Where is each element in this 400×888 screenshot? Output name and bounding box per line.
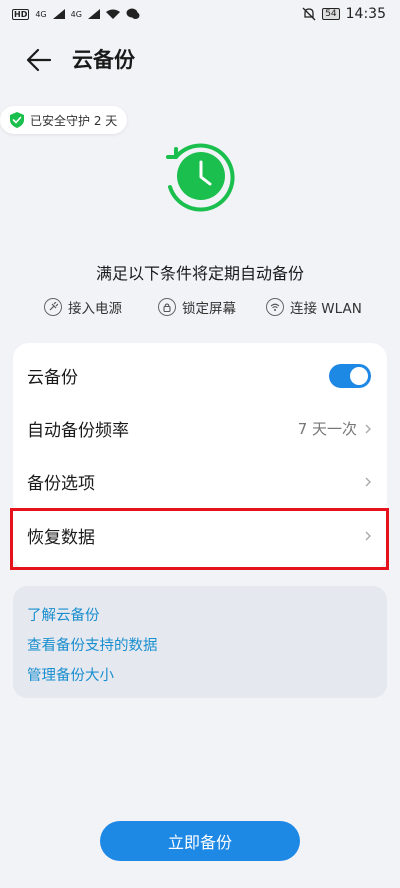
backup-options-row[interactable]: 备份选项 bbox=[13, 455, 387, 508]
signal-indicator-2: 4G bbox=[70, 9, 82, 19]
power-plug-icon bbox=[44, 298, 62, 316]
cell-signal-icon bbox=[52, 9, 65, 19]
status-bar: HD 4G 4G 54 14:35 bbox=[0, 0, 400, 28]
backup-clock-icon bbox=[166, 143, 235, 212]
battery-icon: 54 bbox=[322, 8, 340, 20]
backup-frequency-value: 7 天一次 bbox=[297, 420, 357, 438]
condition-lock: 锁定屏幕 bbox=[158, 297, 236, 317]
backup-frequency-row[interactable]: 自动备份频率 7 天一次 bbox=[13, 402, 387, 455]
clock-time: 14:35 bbox=[345, 6, 386, 22]
chat-bubble-icon bbox=[126, 8, 140, 19]
status-right: 54 14:35 bbox=[302, 6, 386, 22]
condition-wlan: 连接 WLAN bbox=[266, 297, 362, 317]
backup-now-button[interactable]: 立即备份 bbox=[100, 821, 300, 861]
condition-list: 接入电源 锁定屏幕 连接 WLAN bbox=[0, 297, 400, 319]
condition-power: 接入电源 bbox=[44, 297, 122, 317]
wifi-status-icon bbox=[105, 9, 120, 19]
chevron-right-icon bbox=[365, 477, 371, 486]
status-left: HD 4G 4G bbox=[12, 8, 140, 20]
back-arrow-icon[interactable] bbox=[24, 46, 54, 74]
mute-bell-icon bbox=[302, 7, 316, 21]
cell-signal-icon-2 bbox=[87, 9, 100, 19]
info-links-card: 了解云备份 查看备份支持的数据 管理备份大小 bbox=[13, 586, 387, 698]
learn-cloud-backup-link[interactable]: 了解云备份 bbox=[27, 604, 100, 625]
wifi-icon bbox=[266, 298, 284, 316]
protection-days-text: 已安全守护 2 天 bbox=[30, 113, 118, 128]
hd-badge: HD bbox=[12, 8, 30, 20]
lock-icon bbox=[158, 298, 176, 316]
signal-indicator: 4G bbox=[35, 9, 47, 19]
app-header: 云备份 bbox=[0, 38, 400, 82]
cloud-backup-label: 云备份 bbox=[27, 368, 78, 388]
condition-label: 锁定屏幕 bbox=[182, 301, 236, 317]
toggle-knob bbox=[350, 366, 368, 385]
protection-badge: 已安全守护 2 天 bbox=[0, 106, 128, 134]
backup-options-label: 备份选项 bbox=[27, 474, 95, 494]
page-title: 云备份 bbox=[72, 48, 135, 72]
condition-label: 接入电源 bbox=[68, 301, 122, 317]
chevron-right-icon bbox=[365, 424, 371, 433]
cloud-backup-toggle[interactable] bbox=[329, 363, 371, 388]
manage-backup-size-link[interactable]: 管理备份大小 bbox=[27, 664, 114, 685]
supported-data-link[interactable]: 查看备份支持的数据 bbox=[27, 634, 158, 655]
cloud-backup-row[interactable]: 云备份 bbox=[13, 349, 387, 402]
condition-label: 连接 WLAN bbox=[290, 301, 362, 317]
backup-frequency-label: 自动备份频率 bbox=[27, 421, 129, 441]
shield-check-icon bbox=[10, 112, 24, 128]
restore-highlight-box bbox=[10, 508, 389, 570]
condition-title: 满足以下条件将定期自动备份 bbox=[95, 264, 304, 283]
